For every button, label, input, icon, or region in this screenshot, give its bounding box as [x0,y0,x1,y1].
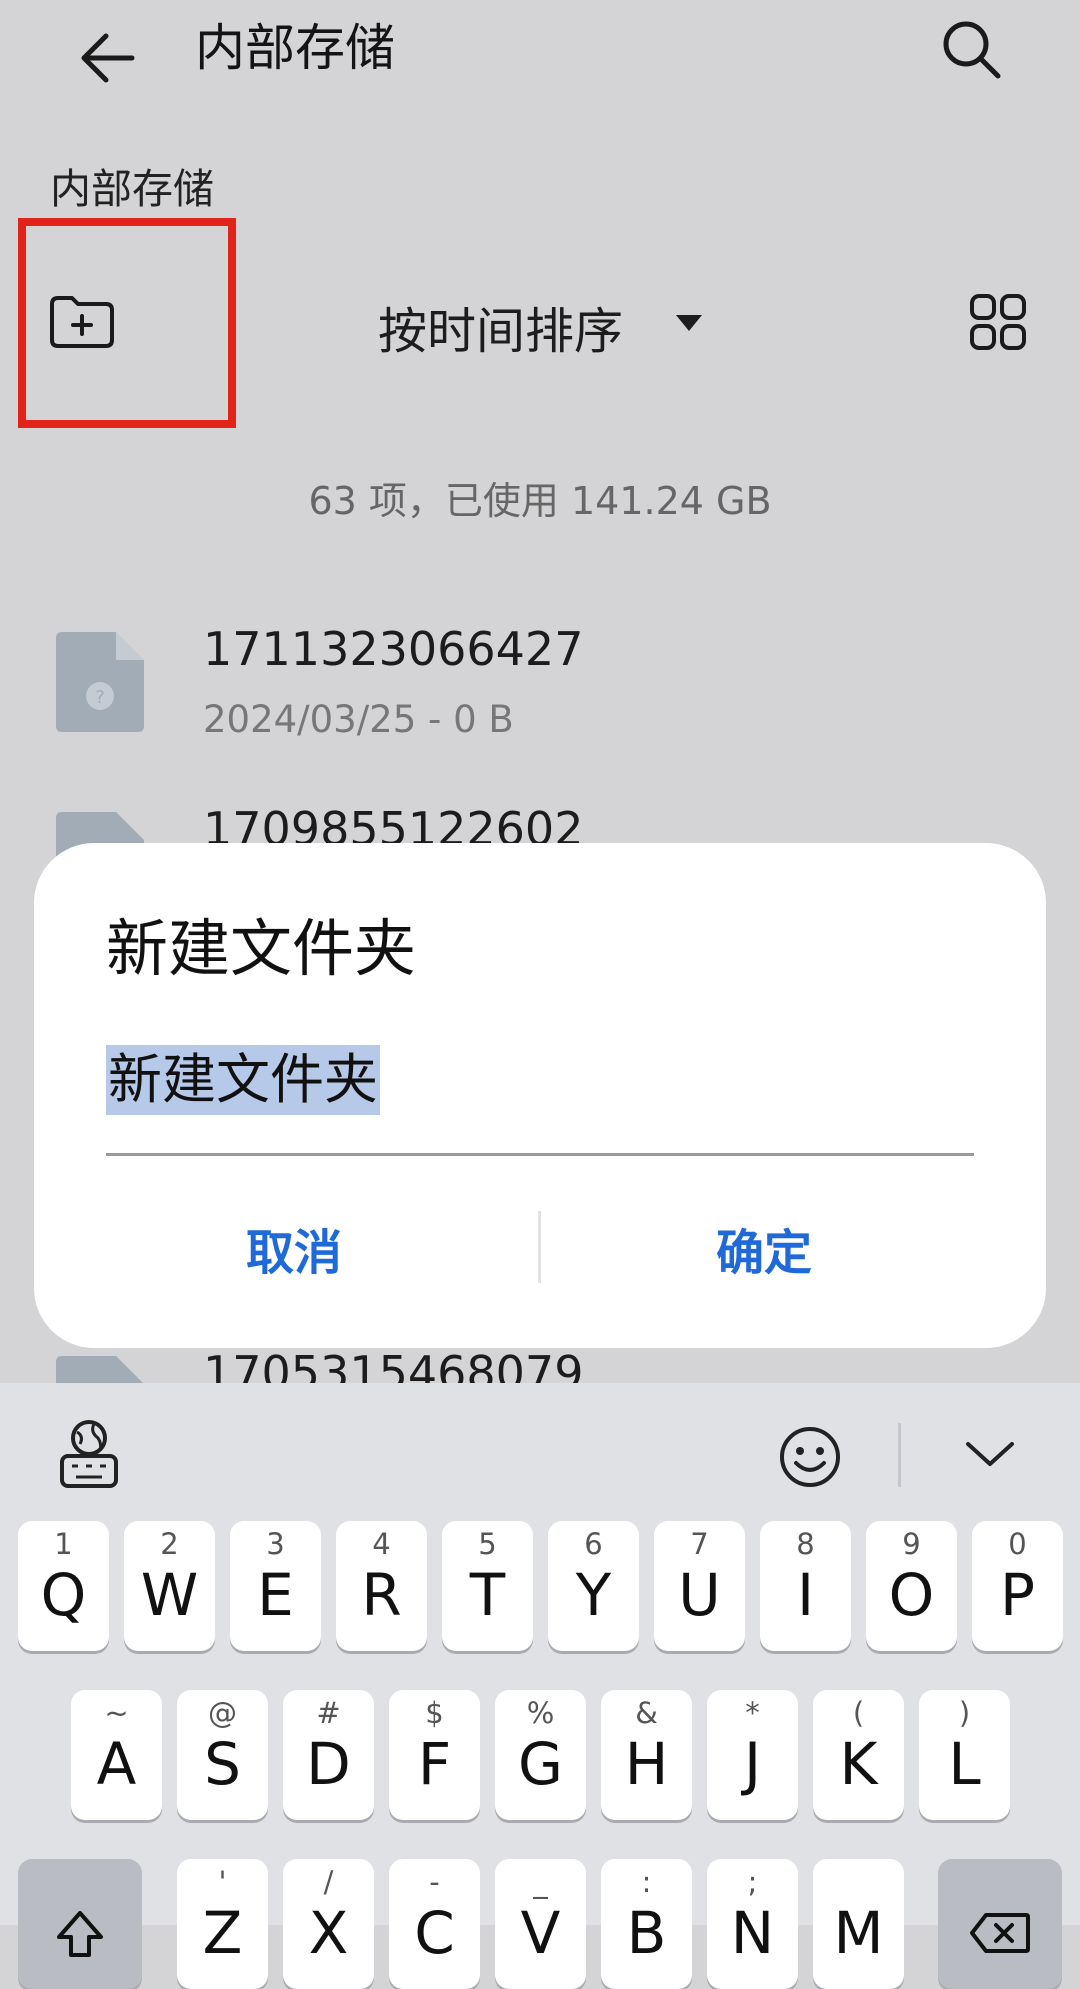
key-b[interactable]: :B [601,1859,692,1989]
shift-icon [57,1911,103,1957]
key-i[interactable]: 8I [760,1521,851,1651]
back-arrow-icon[interactable] [72,22,144,94]
grid-view-icon[interactable] [968,292,1028,352]
backspace-icon [970,1913,1030,1953]
dialog-title: 新建文件夹 [106,912,417,985]
key-z[interactable]: ' Z [177,1859,268,1989]
key-n[interactable]: ; N [707,1859,798,1989]
key-t[interactable]: 5T [442,1521,533,1651]
key-a[interactable]: ~ A [71,1690,162,1820]
key-c[interactable]: -C [389,1859,480,1989]
file-name: 1711323066427 [203,622,584,676]
button-divider [538,1211,541,1283]
key-r[interactable]: 4R [336,1521,427,1651]
emoji-icon[interactable] [778,1425,842,1489]
key-s[interactable]: @ S [177,1690,268,1820]
toolbar-divider [898,1423,901,1487]
input-underline [106,1153,974,1156]
chevron-down-icon[interactable] [964,1438,1016,1470]
key-w[interactable]: 2W [124,1521,215,1651]
key-u[interactable]: 7U [654,1521,745,1651]
key-o[interactable]: 9O [866,1521,957,1651]
new-folder-dialog: 新建文件夹 新建文件夹 取消 确定 [34,843,1046,1348]
page-title: 内部存储 [195,19,395,77]
search-icon[interactable] [938,16,1006,84]
key-m[interactable]: M [813,1859,904,1989]
highlight-box [18,218,236,428]
svg-text:?: ? [95,687,105,708]
cancel-button[interactable]: 取消 [94,1213,494,1283]
key-x[interactable]: / X [283,1859,374,1989]
key-d[interactable]: # D [283,1690,374,1820]
keyboard: 1Q 2W 3E 4R 5T 6Y 7U 8I 9O 0P ~ A @ S # D $… [0,1383,1080,1989]
key-l[interactable]: ) L [919,1690,1010,1820]
key-e[interactable]: 3E [230,1521,321,1651]
sort-dropdown[interactable]: 按时间排序 [378,292,623,363]
key-q[interactable]: 1Q [18,1521,109,1651]
key-p[interactable]: 0P [972,1521,1063,1651]
key-j[interactable]: * J [707,1690,798,1820]
key-h[interactable]: & H [601,1690,692,1820]
unknown-file-icon: ? [56,632,144,732]
folder-name-input[interactable]: 新建文件夹 [106,1045,380,1115]
backspace-key[interactable] [938,1859,1062,1989]
caret-down-icon [676,315,702,331]
file-meta: 2024/03/25 - 0 B [203,698,514,741]
storage-summary: 63 项，已使用 141.24 GB [308,479,772,523]
key-y[interactable]: 6Y [548,1521,639,1651]
keyboard-language-icon[interactable] [56,1418,122,1490]
confirm-button[interactable]: 确定 [564,1213,964,1283]
key-v[interactable]: _ V [495,1859,586,1989]
key-g[interactable]: % G [495,1690,586,1820]
shift-key[interactable] [18,1859,142,1989]
key-k[interactable]: (K [813,1690,904,1820]
key-f[interactable]: $ F [389,1690,480,1820]
breadcrumb[interactable]: 内部存储 [50,155,214,215]
